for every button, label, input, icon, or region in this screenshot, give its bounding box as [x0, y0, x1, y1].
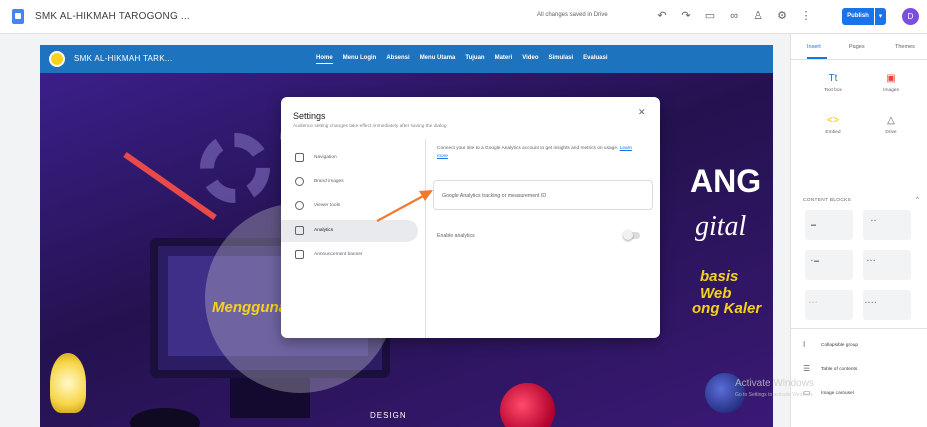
menu-item-label: Navigation: [314, 155, 337, 160]
analytics-description: Connect your site to a Google Analytics …: [437, 145, 637, 160]
site-title[interactable]: SMK AL-HIKMAH TARK...: [74, 54, 172, 63]
nav-item-menu-login[interactable]: Menu Login: [343, 55, 377, 64]
layout-block-thumbnail[interactable]: ▪ ▪ ▪ ▪: [863, 290, 911, 320]
settings-icon[interactable]: ⚙: [776, 10, 788, 22]
active-tab-indicator: [807, 57, 827, 59]
redo-icon[interactable]: ↷: [680, 10, 692, 22]
menu-item-label: Brand images: [314, 179, 344, 184]
settings-dialog: Settings Audience setting changes take e…: [281, 97, 660, 338]
settings-menu-item-navigation[interactable]: Navigation: [281, 147, 418, 169]
sites-logo-icon[interactable]: [12, 9, 24, 24]
nav-item-simulasi[interactable]: Simulasi: [548, 55, 573, 64]
tool-label: Images: [883, 88, 899, 93]
menu-item-label: Announcement banner: [314, 252, 363, 257]
activate-windows-subtitle: Go to Settings to activate Windows.: [735, 392, 814, 398]
insert-images-button[interactable]: ▣ Images: [871, 72, 911, 112]
layout-block-thumbnail[interactable]: ▫ ▫ ▫: [805, 290, 853, 320]
dialog-title: Settings: [293, 111, 326, 121]
layout-block-thumbnail[interactable]: ▪ ▬: [805, 250, 853, 280]
nav-item-materi[interactable]: Materi: [495, 55, 513, 64]
settings-menu: Navigation Brand images Viewer tools Ana…: [281, 139, 424, 338]
layout-block-thumbnail[interactable]: ▪ ▪: [863, 210, 911, 240]
annotation-arrow-icon: [376, 190, 433, 222]
navigation-icon: [295, 153, 304, 162]
close-icon[interactable]: ✕: [638, 107, 646, 118]
site-nav-items: Home Menu Login Absensi Menu Utama Tujua…: [316, 55, 608, 64]
site-logo[interactable]: [49, 51, 65, 67]
list-item-label: Table of contents: [821, 367, 858, 372]
list-item-label: Image carousel: [821, 391, 854, 396]
hero-design-text: DESIGN: [370, 411, 407, 420]
tracking-id-field-container: [433, 180, 653, 210]
publish-button[interactable]: Publish: [842, 8, 874, 25]
undo-icon[interactable]: ↶: [656, 10, 668, 22]
tab-themes[interactable]: Themes: [895, 44, 915, 50]
embed-icon: <>: [827, 115, 839, 126]
nav-item-tujuan[interactable]: Tujuan: [465, 55, 484, 64]
drive-icon: △: [887, 115, 895, 126]
gear-illustration: [200, 133, 270, 203]
brand-images-icon: [295, 177, 304, 186]
site-name[interactable]: SMK AL-HIKMAH TAROGONG ...: [35, 11, 190, 22]
enable-analytics-label: Enable analytics: [437, 233, 475, 239]
toggle-knob: [623, 230, 633, 240]
insert-image-carousel[interactable]: ▭ Image carousel: [803, 388, 923, 402]
nav-item-evaluasi[interactable]: Evaluasi: [583, 55, 607, 64]
settings-menu-item-announcement-banner[interactable]: Announcement banner: [281, 244, 418, 266]
add-person-icon[interactable]: ♙: [752, 10, 764, 22]
editor-topbar: SMK AL-HIKMAH TAROGONG ... All changes s…: [0, 0, 927, 34]
insert-collapsible-group[interactable]: I Collapsible group: [803, 340, 923, 354]
more-icon[interactable]: ⋮: [800, 10, 812, 22]
image-icon: ▣: [886, 73, 896, 84]
section-title: CONTENT BLOCKS: [803, 198, 852, 203]
collapsible-icon: I: [803, 340, 806, 349]
insert-text-box-button[interactable]: Tt Text box: [813, 72, 853, 112]
nav-item-video[interactable]: Video: [522, 55, 538, 64]
activate-windows-watermark: Activate Windows: [735, 378, 814, 389]
hero-title-part: gital: [695, 211, 747, 242]
hero-title-part: ANG: [690, 163, 762, 199]
chevron-up-icon[interactable]: ^: [916, 197, 919, 203]
dialog-subtitle: Audience setting changes take effect imm…: [293, 124, 447, 129]
menu-item-label: Analytics: [314, 228, 334, 233]
text-box-icon: Tt: [828, 73, 838, 84]
enable-analytics-toggle[interactable]: [623, 230, 640, 240]
save-status: All changes saved in Drive: [537, 12, 608, 18]
tab-pages[interactable]: Pages: [849, 44, 865, 50]
description-text: Connect your site to a Google Analytics …: [437, 146, 619, 151]
preview-icon[interactable]: ▭: [704, 10, 716, 22]
tool-label: Embed: [825, 130, 841, 135]
hero-subtitle-part: ong Kaler: [692, 300, 762, 317]
panel-tabs: Insert Pages Themes: [791, 34, 927, 60]
list-item-label: Collapsible group: [821, 343, 859, 348]
lightbulb-illustration: [50, 353, 86, 413]
viewer-tools-icon: [295, 201, 304, 210]
avatar[interactable]: D: [902, 8, 919, 25]
layout-block-thumbnail[interactable]: ▪ ▪ ▪: [863, 250, 911, 280]
site-navbar: SMK AL-HIKMAH TARK... Home Menu Login Ab…: [40, 45, 773, 73]
insert-table-of-contents[interactable]: ☰ Table of contents: [803, 364, 923, 378]
nav-item-absensi[interactable]: Absensi: [386, 55, 409, 64]
mouse-illustration: [130, 408, 200, 427]
publish-dropdown-button[interactable]: ▾: [875, 8, 886, 25]
toc-icon: ☰: [803, 364, 811, 373]
nav-item-menu-utama[interactable]: Menu Utama: [420, 55, 456, 64]
tool-label: Drive: [885, 130, 897, 135]
tracking-id-input[interactable]: [442, 190, 642, 202]
menu-item-label: Viewer tools: [314, 203, 341, 208]
panel-divider: [791, 328, 927, 329]
analytics-icon: [295, 226, 304, 235]
insert-embed-button[interactable]: <> Embed: [813, 114, 853, 154]
link-icon[interactable]: ∞: [728, 10, 740, 22]
insert-panel: Insert Pages Themes Tt Text box ▣ Images…: [790, 34, 927, 427]
nav-item-home[interactable]: Home: [316, 55, 333, 64]
hero-subtitle-part: basis Web: [700, 268, 739, 302]
dialog-divider: [425, 139, 426, 338]
tool-label: Text box: [824, 88, 842, 93]
layout-block-thumbnail[interactable]: ▬: [805, 210, 853, 240]
insert-drive-button[interactable]: △ Drive: [871, 114, 911, 154]
announcement-icon: [295, 250, 304, 259]
tab-insert[interactable]: Insert: [807, 44, 821, 50]
orb-illustration: [500, 383, 555, 427]
